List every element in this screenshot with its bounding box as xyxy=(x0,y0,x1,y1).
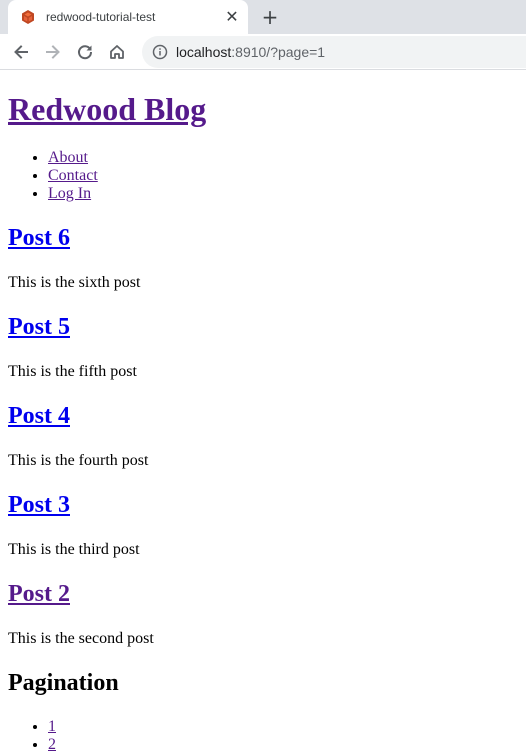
nav-link-contact[interactable]: Contact xyxy=(48,167,98,184)
tab-title: redwood-tutorial-test xyxy=(46,10,156,24)
post-body: This is the second post xyxy=(8,630,154,647)
tab-strip: redwood-tutorial-test ✕ + xyxy=(0,0,526,34)
post-article: Post 3 This is the third post xyxy=(8,491,518,559)
pagination-list: 1 2 xyxy=(8,718,518,754)
site-title: Redwood Blog xyxy=(8,91,518,128)
post-title: Post 4 xyxy=(8,402,518,430)
home-icon xyxy=(110,44,124,59)
post-title: Post 5 xyxy=(8,313,518,341)
post-title-link[interactable]: Post 4 xyxy=(8,403,70,429)
post-title-link[interactable]: Post 2 xyxy=(8,581,70,607)
forward-button[interactable] xyxy=(38,37,68,67)
site-nav: About Contact Log In xyxy=(8,149,518,203)
post-title: Post 6 xyxy=(8,224,518,252)
post-title-link[interactable]: Post 6 xyxy=(8,225,70,251)
post-article: Post 6 This is the sixth post xyxy=(8,224,518,292)
pagination-item: 1 xyxy=(48,718,518,736)
page-content: Redwood Blog About Contact Log In Post 6… xyxy=(0,91,526,754)
post-body: This is the third post xyxy=(8,541,140,558)
post-article: Post 4 This is the fourth post xyxy=(8,402,518,470)
nav-item-about: About xyxy=(48,149,518,167)
browser-toolbar: localhost:8910/?page=1 xyxy=(0,34,526,70)
post-article: Post 5 This is the fifth post xyxy=(8,313,518,381)
post-title: Post 2 xyxy=(8,580,518,608)
post-body: This is the fifth post xyxy=(8,363,137,380)
browser-tab[interactable]: redwood-tutorial-test ✕ xyxy=(8,0,248,34)
home-button[interactable] xyxy=(102,37,132,67)
arrow-left-icon xyxy=(14,44,28,59)
close-icon[interactable]: ✕ xyxy=(222,7,242,27)
back-button[interactable] xyxy=(6,37,36,67)
post-title-link[interactable]: Post 5 xyxy=(8,314,70,340)
url-host: localhost xyxy=(176,44,232,60)
post-body: This is the fourth post xyxy=(8,452,149,469)
post-article: Post 2 This is the second post xyxy=(8,580,518,648)
info-icon[interactable] xyxy=(152,44,168,60)
reload-button[interactable] xyxy=(70,37,100,67)
pagination-heading: Pagination xyxy=(8,670,119,696)
nav-link-about[interactable]: About xyxy=(48,149,88,166)
pagination-item: 2 xyxy=(48,736,518,754)
plus-icon[interactable]: + xyxy=(258,5,282,29)
reload-icon xyxy=(78,44,93,59)
nav-link-login[interactable]: Log In xyxy=(48,185,91,202)
nav-item-login: Log In xyxy=(48,185,518,203)
page-link-2[interactable]: 2 xyxy=(48,736,56,753)
post-title: Post 3 xyxy=(8,491,518,519)
nav-item-contact: Contact xyxy=(48,167,518,185)
site-title-link[interactable]: Redwood Blog xyxy=(8,91,206,127)
redwood-logo-icon xyxy=(22,10,34,24)
post-body: This is the sixth post xyxy=(8,274,141,291)
arrow-right-icon xyxy=(46,44,60,59)
post-title-link[interactable]: Post 3 xyxy=(8,492,70,518)
page-link-1[interactable]: 1 xyxy=(48,718,56,735)
address-bar[interactable]: localhost:8910/?page=1 xyxy=(142,36,526,68)
url-path: :8910/?page=1 xyxy=(231,44,326,60)
